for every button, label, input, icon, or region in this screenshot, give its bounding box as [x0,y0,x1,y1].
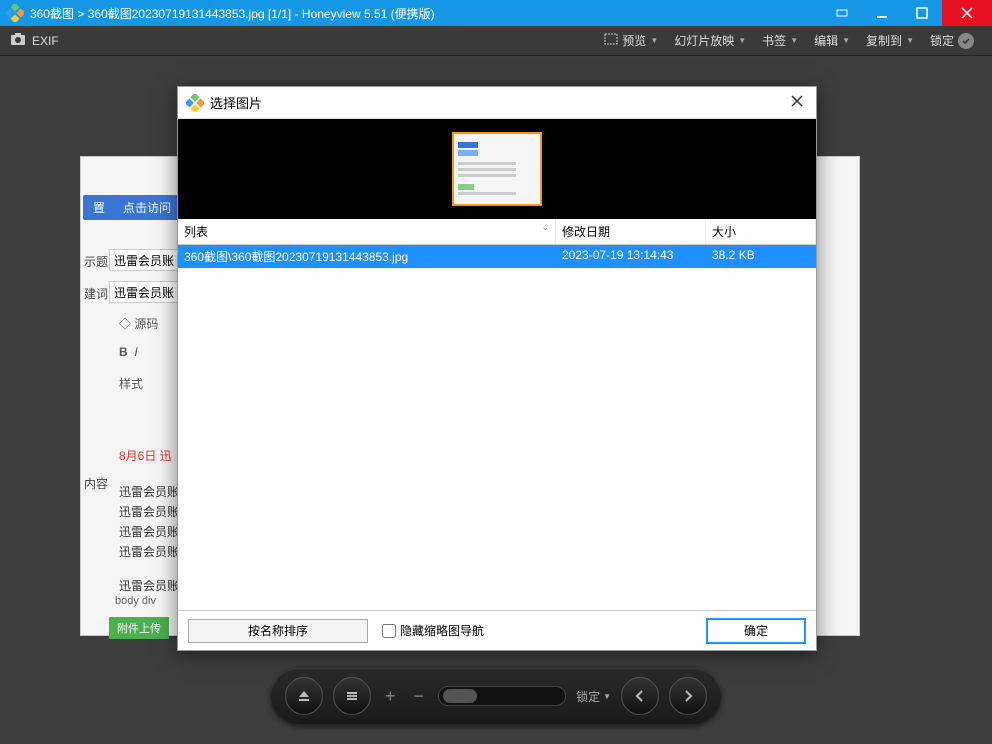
thumbnail-selected[interactable] [452,132,542,206]
window-controls [822,0,992,26]
bg-input-title [109,249,179,271]
thumbnail-strip [178,119,816,219]
chevron-down-icon: ▼ [738,36,746,45]
bg-label-content: 内容 [84,475,108,492]
pill-lock[interactable]: 锁定 ▼ [576,688,611,705]
hide-thumbnail-checkbox[interactable]: 隐藏缩略图导航 [382,622,484,639]
menu-copyto-label: 复制到 [866,32,902,49]
menu-lock[interactable]: 锁定 [922,32,982,49]
prev-image-button[interactable] [621,677,659,715]
hide-thumbnail-input[interactable] [382,624,396,638]
column-date[interactable]: 修改日期 [556,219,706,244]
camera-icon [10,32,26,49]
menu-bookmark[interactable]: 书签 ▼ [754,32,806,49]
title-filename: 360截图20230719131443853.jpg [88,7,265,21]
exif-label[interactable]: EXIF [32,34,59,48]
dialog-titlebar: 选择图片 [178,87,816,119]
menu-edit[interactable]: 编辑 ▼ [806,32,858,49]
bg-editor-style: 样式 [119,375,143,392]
cell-size: 38.2 KB [706,245,816,268]
slider-handle[interactable] [443,689,477,703]
bg-attach-btn: 附件上传 [109,617,169,639]
select-image-dialog: 选择图片 列表⌄ 修改日期 大小 360截图\360截图202307191314… [177,86,817,651]
window-title: 360截图 > 360截图20230719131443853.jpg [1/1]… [30,5,822,22]
hide-thumbnail-label: 隐藏缩略图导航 [400,622,484,639]
title-app: Honeyview 5.51 (便携版) [302,7,435,21]
fit-icon [604,33,618,48]
app-logo-icon [6,4,24,22]
window-compact-button[interactable] [822,0,862,26]
window-titlebar: 360截图 > 360截图20230719131443853.jpg [1/1]… [0,0,992,26]
menu-preview-label: 预览 [622,32,646,49]
bg-acct-5: 迅雷会员账 [119,577,179,594]
sort-by-name-button[interactable]: 按名称排序 [188,619,368,643]
app-toolbar: EXIF 预览 ▼ 幻灯片放映 ▼ 书签 ▼ 编辑 ▼ 复制到 ▼ 锁定 [0,26,992,56]
title-sep: > [74,7,88,21]
chevron-down-icon: ▼ [650,36,658,45]
window-maximize-button[interactable] [902,0,942,26]
bg-label-kw: 建词 [84,285,108,302]
window-minimize-button[interactable] [862,0,902,26]
title-path: 360截图 [30,7,74,21]
menu-preview[interactable]: 预览 ▼ [596,32,666,49]
column-size[interactable]: 大小 [706,219,816,244]
zoom-slider[interactable] [438,686,566,706]
cell-date: 2023-07-19 13:14:43 [556,245,706,268]
dialog-footer: 按名称排序 隐藏缩略图导航 确定 [178,610,816,650]
bg-acct-3: 迅雷会员账 [119,523,179,540]
menu-edit-label: 编辑 [814,32,838,49]
bg-acct-1: 迅雷会员账 [119,483,179,500]
menu-button[interactable] [333,677,371,715]
next-image-button[interactable] [669,677,707,715]
bg-btn-1: 置 [83,195,115,220]
menu-lock-label: 锁定 [930,32,954,49]
title-index: [1/1] [268,7,291,21]
bottom-control-bar: + − 锁定 ▼ [271,668,721,724]
ok-button[interactable]: 确定 [706,618,806,644]
eject-button[interactable] [285,677,323,715]
window-close-button[interactable] [942,0,992,26]
file-list-header: 列表⌄ 修改日期 大小 [178,219,816,245]
menu-slideshow-label: 幻灯片放映 [674,32,734,49]
dialog-logo-icon [186,94,204,112]
menu-slideshow[interactable]: 幻灯片放映 ▼ [666,32,754,49]
chevron-down-icon: ▼ [603,692,611,701]
bg-acct-4: 迅雷会员账 [119,543,179,560]
dialog-close-button[interactable] [786,90,808,115]
zoom-out-button[interactable]: − [410,686,429,707]
zoom-in-button[interactable]: + [381,686,400,707]
menu-bookmark-label: 书签 [762,32,786,49]
menu-copyto[interactable]: 复制到 ▼ [858,32,922,49]
dialog-title: 选择图片 [210,93,262,112]
bg-btn-visit: 点击访问 [113,195,181,220]
file-list-body: 360截图\360截图20230719131443853.jpg 2023-07… [178,245,816,610]
chevron-down-icon: ▼ [790,36,798,45]
chevron-down-icon: ▼ [906,36,914,45]
chevron-down-icon: ▼ [842,36,850,45]
bg-acct-2: 迅雷会员账 [119,503,179,520]
column-name[interactable]: 列表⌄ [178,219,556,244]
bg-editor-source: ◇ 源码 [119,315,158,332]
toolbar-left: EXIF [10,32,59,49]
check-circle-icon [958,33,974,49]
cell-name: 360截图\360截图20230719131443853.jpg [178,245,556,268]
bg-tags: body div [115,595,156,607]
bg-editor-bi: B I [119,345,138,359]
bg-label-title: 示题 [84,253,108,270]
sort-indicator-icon: ⌄ [541,222,549,233]
bg-input-kw [109,281,179,303]
file-list-row[interactable]: 360截图\360截图20230719131443853.jpg 2023-07… [178,245,816,268]
bg-redline: 8月6日 迅 [119,447,172,464]
image-viewer-area: 置 点击访问 示题 建词 ◇ 源码 B I 样式 8月6日 迅 内容 迅雷会员账… [0,56,992,744]
